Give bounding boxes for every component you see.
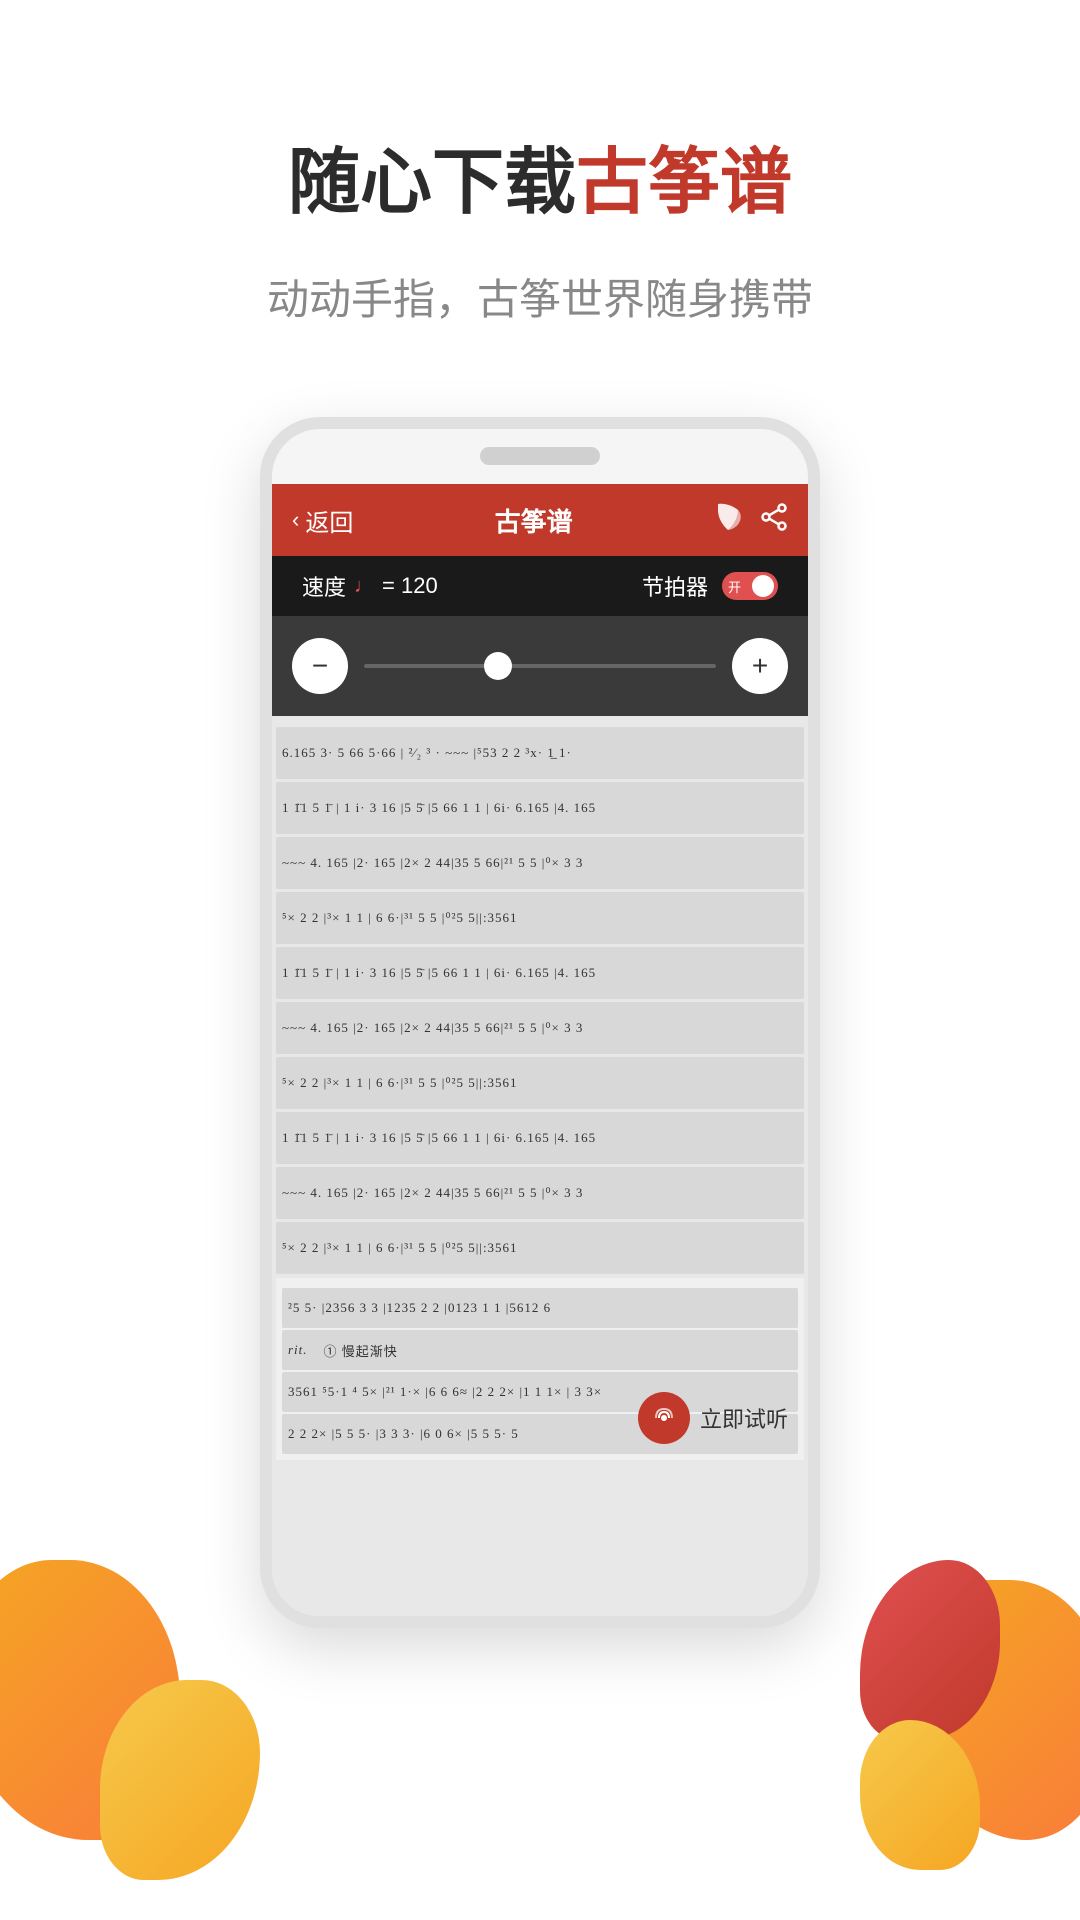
main-title-accent: 古筝谱 [576, 143, 792, 223]
list-item: rit. ① 慢起渐快 [282, 1330, 798, 1370]
main-title-part1: 随心下载 [288, 143, 576, 223]
trial-listen-button[interactable] [638, 1392, 690, 1444]
list-item: 6.165 3· 5 66 5·66 | ²⁄₂ ³ · ~~~ |⁵53 2 … [276, 727, 804, 779]
phone-screen: ‹ 返回 古筝谱 [272, 484, 808, 1616]
header-section: 随心下载古筝谱 动动手指，古筝世界随身携带 [0, 0, 1080, 387]
trial-listen-label[interactable]: 立即试听 [700, 1402, 788, 1434]
slider-thumb[interactable] [484, 652, 512, 680]
share-icon[interactable] [760, 503, 788, 538]
list-item: 1 1̈1 5 1̄ | 1 i· 3 16 |5 5̄ |5 66 1 1 |… [276, 947, 804, 999]
speed-value: = 120 [382, 573, 438, 599]
main-title: 随心下载古筝谱 [0, 140, 1080, 226]
app-title: 古筝谱 [495, 502, 573, 539]
list-item: ⁵× 2 2 |³× 1 1 | 6 6·|³¹ 5 5 |⁰²5 5||:35… [276, 1222, 804, 1274]
phone-speaker [480, 447, 600, 465]
speed-bar: 速度 ♩ = 120 节拍器 开 [272, 556, 808, 616]
metronome-section: 节拍器 开 [642, 570, 778, 602]
list-item: ~~~ 4. 165 |2· 165 |2× 2 44|35 5 66|²¹ 5… [276, 1167, 804, 1219]
back-button[interactable]: ‹ 返回 [292, 503, 353, 538]
list-item: 1 1̈1 5 1̄ | 1 i· 3 16 |5 5̄ |5 66 1 1 |… [276, 1112, 804, 1164]
list-item: 1 1̈1 5 1̄ | 1 i· 3 16 |5 5̄ |5 66 1 1 |… [276, 782, 804, 834]
toggle-knob [752, 575, 774, 597]
metronome-label: 节拍器 [642, 570, 708, 602]
speed-text: 速度 [302, 570, 346, 602]
slider-track[interactable] [364, 664, 716, 668]
phone-container: ‹ 返回 古筝谱 [0, 387, 1080, 1628]
metronome-toggle[interactable]: 开 [722, 572, 778, 600]
sub-title: 动动手指，古筝世界随身携带 [0, 266, 1080, 327]
phone-mockup: ‹ 返回 古筝谱 [260, 417, 820, 1628]
slider-minus-button[interactable]: − [292, 638, 348, 694]
list-item: ~~~ 4. 165 |2· 165 |2× 2 44|35 5 66|²¹ 5… [276, 837, 804, 889]
list-item: ²5 5· |2356 3 3 |1235 2 2 |0123 1 1 |561… [282, 1288, 798, 1328]
note-icon: ♩ [354, 575, 374, 598]
sheet-music-area: 6.165 3· 5 66 5·66 | ²⁄₂ ³ · ~~~ |⁵53 2 … [272, 716, 808, 1616]
app-header: ‹ 返回 古筝谱 [272, 484, 808, 556]
back-label: 返回 [305, 503, 353, 538]
slider-plus-button[interactable]: + [732, 638, 788, 694]
bottom-section: ²5 5· |2356 3 3 |1235 2 2 |0123 1 1 |561… [276, 1278, 804, 1460]
list-item: ~~~ 4. 165 |2· 165 |2× 2 44|35 5 66|²¹ 5… [276, 1002, 804, 1054]
trial-listen-container: 立即试听 [638, 1392, 788, 1444]
bookmark-icon[interactable] [714, 502, 742, 539]
back-chevron-icon: ‹ [292, 507, 299, 533]
slider-area: − + [272, 616, 808, 716]
toggle-on-label: 开 [728, 577, 741, 596]
header-icons [714, 502, 788, 539]
list-item: ⁵× 2 2 |³× 1 1 | 6 6·|³¹ 5 5 |⁰²5 5||:35… [276, 1057, 804, 1109]
list-item: ⁵× 2 2 |³× 1 1 | 6 6·|³¹ 5 5 |⁰²5 5||:35… [276, 892, 804, 944]
speed-label: 速度 ♩ = 120 [302, 570, 438, 602]
